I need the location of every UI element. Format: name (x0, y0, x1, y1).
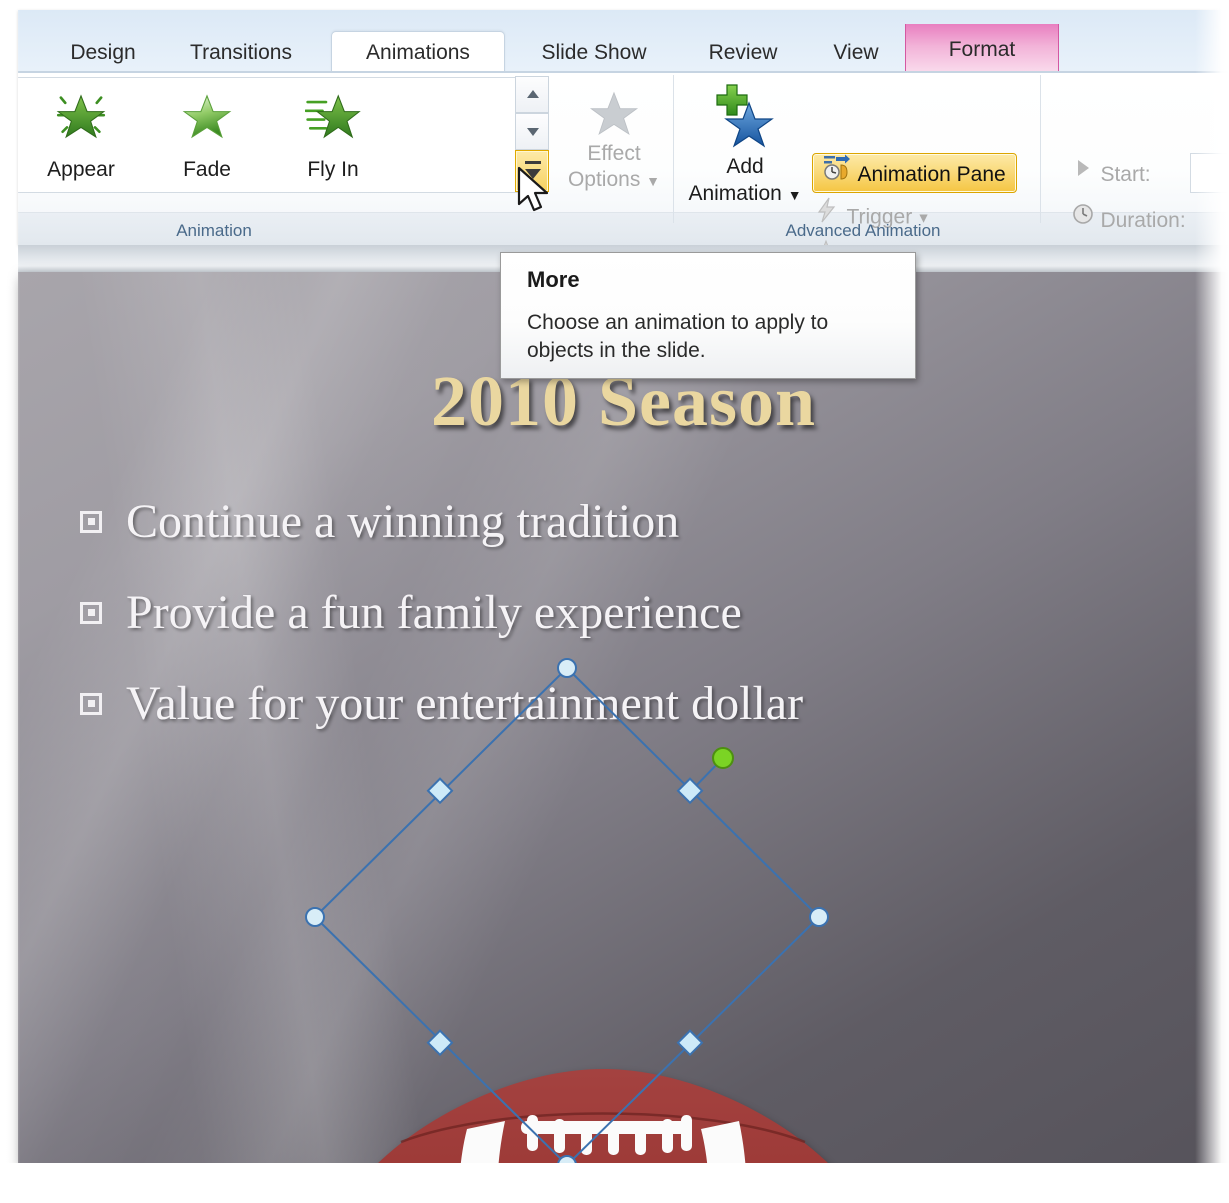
selection-handle-side (676, 777, 704, 805)
tab-transitions[interactable]: Transitions (166, 34, 316, 72)
add-animation-label-2: Animation ▼ (688, 182, 802, 205)
group-label-advanced-animation: Advanced Animation (785, 221, 941, 240)
selection-handle-side (426, 1029, 454, 1057)
selection-handle-side (426, 777, 454, 805)
animation-pane-icon (823, 154, 853, 196)
tooltip: More Choose an animation to apply to obj… (500, 252, 916, 379)
square-outline-bullet-icon (80, 692, 102, 715)
gray-star-icon (558, 85, 670, 141)
tab-slide-show[interactable]: Slide Show (518, 34, 670, 72)
animation-gallery[interactable]: Appear Fade Fly In (18, 77, 527, 193)
tab-review[interactable]: Review (683, 34, 803, 72)
ribbon: Design Transitions Animations Slide Show… (18, 10, 1229, 245)
group-label-animation: Animation (176, 221, 252, 240)
square-outline-bullet-icon (80, 601, 102, 624)
tab-view[interactable]: View (808, 34, 904, 72)
gallery-item-fade[interactable]: Fade (144, 82, 270, 188)
start-label: Start: (1100, 163, 1151, 186)
duration-label: Duration: (1100, 209, 1186, 232)
screenshot-frame: Design Transitions Animations Slide Show… (0, 0, 1229, 1203)
list-item[interactable]: Provide a fun family experience (80, 585, 1060, 640)
edge-fade-left (0, 0, 20, 1203)
ribbon-body: Appear Fade Fly In Animation Effect Opti… (18, 73, 1229, 245)
green-star-sparkle-icon (18, 88, 144, 156)
tab-animations[interactable]: Animations (331, 31, 505, 76)
selection-handle-side (676, 1029, 704, 1057)
clock-icon (1070, 201, 1096, 241)
edge-fade-bottom (0, 1163, 1229, 1203)
tooltip-body: Choose an animation to apply to objects … (527, 311, 829, 362)
more-icon[interactable] (515, 150, 549, 192)
gallery-scroll-controls[interactable] (515, 76, 549, 192)
selection-handle-left (305, 907, 325, 927)
group-separator (673, 75, 674, 223)
gallery-item-appear[interactable]: Appear (18, 82, 144, 188)
list-item[interactable]: Continue a winning tradition (80, 494, 1060, 549)
scroll-down-icon[interactable] (515, 113, 549, 150)
animation-pane-button[interactable]: Animation Pane (812, 153, 1017, 193)
effect-options-label-2: Options ▼ (567, 168, 661, 191)
chevron-down-icon: ▼ (787, 187, 802, 203)
green-star-fade-icon (144, 88, 270, 156)
ribbon-tab-strip: Design Transitions Animations Slide Show… (18, 10, 1229, 76)
gallery-item-fly-in[interactable]: Fly In (270, 82, 396, 188)
chevron-down-icon: ▼ (646, 173, 661, 189)
square-outline-bullet-icon (80, 510, 102, 533)
selection-handle-right (809, 907, 829, 927)
slide-surface[interactable]: 2010 Season Continue a winning tradition… (18, 272, 1229, 1165)
scroll-up-icon[interactable] (515, 76, 549, 113)
tab-design[interactable]: Design (48, 34, 158, 72)
slide-canvas[interactable]: 2010 Season Continue a winning tradition… (18, 272, 1229, 1165)
list-item-label: Value for your entertainment dollar (126, 677, 804, 730)
gallery-item-label: Fade (183, 158, 231, 181)
start-input[interactable] (1190, 153, 1229, 193)
duration-row[interactable]: Duration: (1070, 201, 1186, 237)
add-animation-button[interactable]: Add Animation ▼ (684, 79, 806, 209)
tab-format[interactable]: Format (905, 24, 1059, 73)
effect-options-label-1: Effect (587, 142, 641, 165)
add-animation-star-icon (684, 81, 806, 153)
animation-pane-label: Animation Pane (857, 163, 1006, 186)
list-item[interactable]: Value for your entertainment dollar (80, 676, 1060, 731)
group-separator (1040, 75, 1041, 223)
football-clipart[interactable] (349, 1059, 857, 1165)
green-star-flyin-icon (270, 88, 396, 156)
list-item-label: Continue a winning tradition (126, 495, 680, 548)
gallery-item-label: Appear (47, 158, 115, 181)
slide-bullet-list[interactable]: Continue a winning tradition Provide a f… (80, 494, 1060, 767)
gallery-item-label: Fly In (307, 158, 359, 181)
effect-options-button[interactable]: Effect Options ▼ (558, 79, 670, 194)
add-animation-label-1: Add (726, 155, 764, 178)
play-triangle-icon (1070, 155, 1096, 195)
list-item-label: Provide a fun family experience (126, 586, 742, 639)
tooltip-title: More (527, 267, 580, 292)
start-row[interactable]: Start: (1070, 155, 1151, 191)
